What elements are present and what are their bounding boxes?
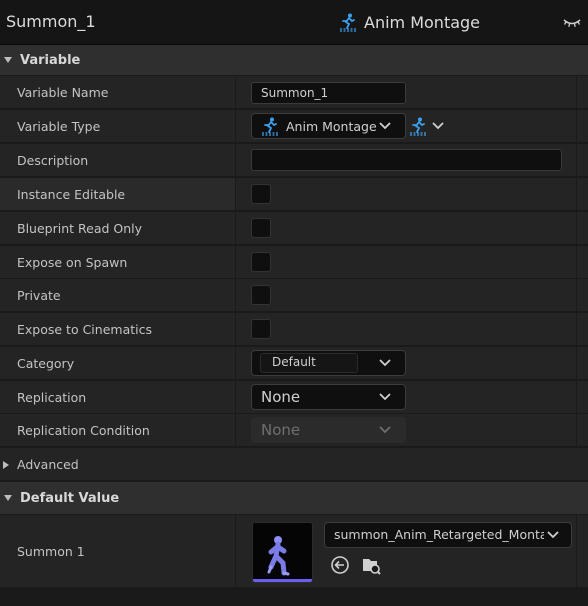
section-variable-label: Variable [20, 52, 81, 68]
replication-dropdown[interactable]: None [251, 384, 406, 410]
instance-editable-checkbox[interactable] [251, 184, 271, 204]
title-variable-type-label: Anim Montage [364, 12, 481, 32]
chevron-down-icon [432, 122, 444, 130]
expose-to-cinematics-checkbox[interactable] [251, 319, 271, 339]
row-private: Private [0, 279, 588, 312]
variable-type-label: Variable Type [17, 119, 101, 134]
variable-name-input[interactable]: Summon_1 [251, 82, 406, 104]
replication-label: Replication [17, 390, 87, 405]
replication-condition-value: None [261, 421, 301, 439]
asset-picker-dropdown[interactable]: summon_Anim_Retargeted_Montage [324, 522, 572, 548]
row-instance-editable: Instance Editable [0, 178, 588, 211]
private-checkbox[interactable] [251, 285, 271, 305]
use-selected-asset-icon[interactable] [330, 555, 350, 575]
description-input[interactable] [251, 149, 562, 171]
category-combo[interactable]: Default [251, 350, 406, 376]
chevron-down-icon[interactable] [379, 358, 391, 368]
row-description: Description [0, 144, 588, 177]
browse-folder-icon[interactable] [361, 555, 381, 575]
row-blueprint-read-only: Blueprint Read Only [0, 212, 588, 245]
anim-montage-icon [340, 13, 356, 32]
description-label: Description [17, 153, 89, 168]
row-variable-type: Variable Type Anim Montage [0, 110, 588, 143]
running-character-icon [267, 536, 290, 576]
variable-name-label: Variable Name [17, 85, 109, 100]
blueprint-read-only-checkbox[interactable] [251, 218, 271, 238]
row-replication: Replication None [0, 381, 588, 414]
expose-on-spawn-label: Expose on Spawn [17, 255, 128, 270]
category-input[interactable]: Default [260, 353, 358, 373]
expose-to-cinematics-label: Expose to Cinematics [17, 322, 152, 337]
private-label: Private [17, 288, 61, 303]
container-type-button[interactable] [408, 115, 448, 137]
row-advanced[interactable]: Advanced [0, 448, 588, 481]
row-expose-on-spawn: Expose on Spawn [0, 246, 588, 279]
row-expose-to-cinematics: Expose to Cinematics [0, 313, 588, 346]
instance-editable-label: Instance Editable [17, 187, 126, 202]
section-default-value-label: Default Value [20, 490, 120, 506]
chevron-down-icon [379, 393, 391, 401]
row-replication-condition: Replication Condition None [0, 414, 588, 447]
details-title-bar: Summon_1 Anim Montage [0, 0, 588, 45]
asset-picker-value: summon_Anim_Retargeted_Montage [334, 527, 544, 542]
row-category: Category Default [0, 347, 588, 380]
asset-type-color-bar [253, 579, 312, 582]
chevron-down-icon [379, 426, 391, 434]
section-variable[interactable]: Variable [0, 45, 588, 75]
category-label: Category [17, 356, 75, 371]
replication-value: None [261, 388, 301, 406]
section-default-value[interactable]: Default Value [0, 482, 588, 514]
chevron-down-icon [379, 122, 391, 130]
advanced-label: Advanced [17, 457, 79, 472]
variable-type-value: Anim Montage [286, 118, 377, 134]
collapse-arrow-icon [4, 495, 12, 501]
title-variable-name: Summon_1 [6, 12, 96, 31]
anim-montage-icon [262, 117, 278, 136]
collapse-arrow-icon [4, 57, 12, 63]
expose-on-spawn-checkbox[interactable] [251, 252, 271, 272]
anim-montage-icon [410, 117, 426, 136]
replication-condition-dropdown: None [251, 417, 406, 443]
summon-1-label: Summon 1 [17, 544, 85, 559]
eye-closed-icon[interactable] [562, 14, 582, 30]
replication-condition-label: Replication Condition [17, 423, 150, 438]
chevron-down-icon [547, 531, 559, 539]
row-variable-name: Variable Name Summon_1 [0, 76, 588, 109]
asset-thumbnail[interactable] [252, 522, 313, 583]
title-variable-type: Anim Montage [338, 12, 480, 32]
expand-arrow-icon [3, 461, 9, 469]
blueprint-read-only-label: Blueprint Read Only [17, 221, 143, 236]
variable-type-dropdown[interactable]: Anim Montage [251, 113, 406, 139]
